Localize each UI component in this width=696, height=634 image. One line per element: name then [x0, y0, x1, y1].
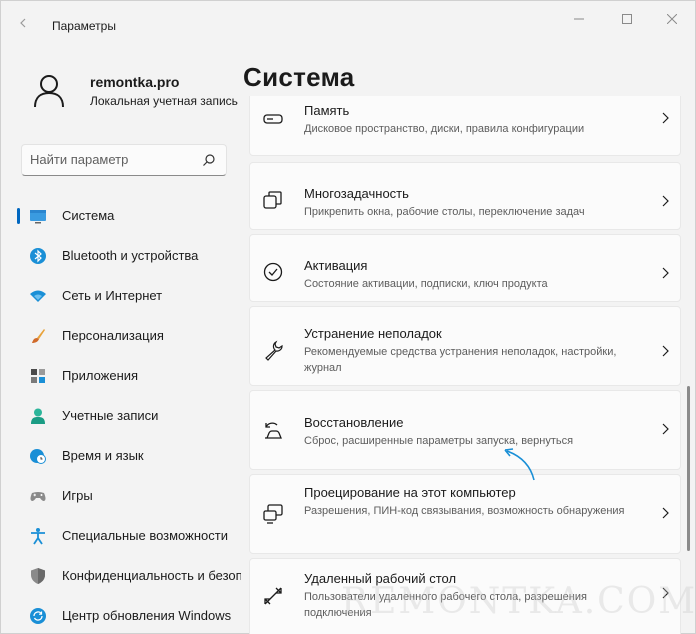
settings-card-troubleshoot[interactable]: Устранение неполадок Рекомендуемые средс…	[249, 306, 681, 386]
chevron-right-icon	[662, 267, 669, 279]
sidebar-item-accounts[interactable]: Учетные записи	[1, 396, 241, 436]
card-subtitle: Прикрепить окна, рабочие столы, переключ…	[304, 206, 585, 218]
settings-card-activation[interactable]: Активация Состояние активации, подписки,…	[249, 234, 681, 302]
activation-check-icon	[263, 262, 283, 282]
settings-card-multitasking[interactable]: Многозадачность Прикрепить окна, рабочие…	[249, 162, 681, 230]
sidebar-item-label: Центр обновления Windows	[62, 608, 232, 623]
sidebar-item-privacy[interactable]: Конфиденциальность и безопасность	[1, 556, 241, 596]
settings-card-storage[interactable]: Память Дисковое пространство, диски, пра…	[249, 96, 681, 156]
settings-list: Память Дисковое пространство, диски, пра…	[249, 96, 681, 634]
card-subtitle: Состояние активации, подписки, ключ прод…	[304, 278, 548, 290]
sidebar-item-bluetooth[interactable]: Bluetooth и устройства	[1, 236, 241, 276]
sidebar-item-windows-update[interactable]: Центр обновления Windows	[1, 596, 241, 634]
storage-icon	[263, 114, 283, 124]
title-bar: Параметры	[1, 1, 695, 41]
chevron-right-icon	[662, 195, 669, 207]
chevron-right-icon	[662, 112, 669, 124]
settings-card-projection[interactable]: Проецирование на этот компьютер Разрешен…	[249, 474, 681, 554]
sidebar-item-apps[interactable]: Приложения	[1, 356, 241, 396]
annotation-arrow-icon	[504, 448, 535, 481]
multitasking-icon	[263, 191, 282, 209]
card-title: Многозадачность	[304, 186, 409, 201]
wrench-icon	[265, 340, 283, 361]
sidebar-item-label: Сеть и Интернет	[62, 288, 163, 303]
sidebar-item-label: Персонализация	[62, 328, 164, 343]
settings-window: Параметры remontka.pro Локальная учетная…	[0, 0, 696, 634]
recovery-icon	[265, 422, 282, 439]
sidebar-item-gaming[interactable]: Игры	[1, 476, 241, 516]
sidebar-item-label: Игры	[62, 488, 93, 503]
sidebar-item-network[interactable]: Сеть и Интернет	[1, 276, 241, 316]
settings-card-recovery[interactable]: Восстановление Сброс, расширенные параме…	[249, 390, 681, 470]
window-title: Параметры	[52, 19, 116, 33]
search-icon[interactable]	[202, 153, 216, 167]
page-title: Система	[243, 62, 355, 92]
card-title: Память	[304, 103, 350, 118]
chevron-right-icon	[662, 507, 669, 519]
sidebar-item-label: Bluetooth и устройства	[62, 248, 199, 263]
sidebar-item-label: Система	[62, 208, 115, 223]
back-arrow-icon	[20, 18, 26, 28]
search-box[interactable]	[21, 144, 227, 176]
search-input[interactable]	[30, 152, 200, 167]
sidebar-item-label: Приложения	[62, 368, 139, 383]
card-subtitle: Сброс, расширенные параметры запуска, ве…	[304, 435, 574, 447]
sidebar-item-label: Время и язык	[62, 448, 144, 463]
sidebar-nav: Система Bluetooth и устройства Сеть и Ин…	[1, 196, 241, 634]
card-subtitle: Разрешения, ПИН-код связывания, возможно…	[304, 505, 625, 517]
card-title: Восстановление	[304, 415, 404, 430]
sidebar-item-time-language[interactable]: Время и язык	[1, 436, 241, 476]
close-icon	[667, 14, 677, 24]
sidebar-item-label: Учетные записи	[62, 408, 159, 423]
card-subtitle: Дисковое пространство, диски, правила ко…	[304, 123, 585, 135]
remote-desktop-icon	[264, 587, 282, 605]
user-name: remontka.pro	[90, 74, 180, 90]
maximize-icon	[622, 14, 632, 24]
minimize-icon	[574, 18, 584, 20]
maximize-button[interactable]	[604, 9, 650, 31]
sidebar-item-label: Конфиденциальность и безопасность	[62, 568, 241, 583]
sidebar-item-accessibility[interactable]: Специальные возможности	[1, 516, 241, 556]
card-subtitle: Рекомендуемые средства устранения непола…	[304, 346, 617, 374]
account-type: Локальная учетная запись	[90, 94, 238, 108]
scrollbar-thumb[interactable]	[687, 386, 690, 551]
card-title: Проецирование на этот компьютер	[304, 485, 516, 500]
user-avatar[interactable]	[31, 73, 67, 109]
back-button[interactable]	[11, 11, 35, 35]
card-title: Активация	[304, 258, 368, 273]
watermark: REMONTKA.COM	[341, 581, 696, 622]
person-avatar-icon	[34, 75, 64, 108]
sidebar-item-label: Специальные возможности	[62, 528, 228, 543]
sidebar-item-personalization[interactable]: Персонализация	[1, 316, 241, 356]
projection-icon	[263, 504, 283, 524]
sidebar-item-system[interactable]: Система	[1, 196, 241, 236]
chevron-right-icon	[662, 423, 669, 435]
minimize-button[interactable]	[556, 9, 602, 31]
chevron-right-icon	[662, 345, 669, 357]
close-button[interactable]	[649, 9, 695, 31]
card-title: Устранение неполадок	[304, 326, 442, 341]
